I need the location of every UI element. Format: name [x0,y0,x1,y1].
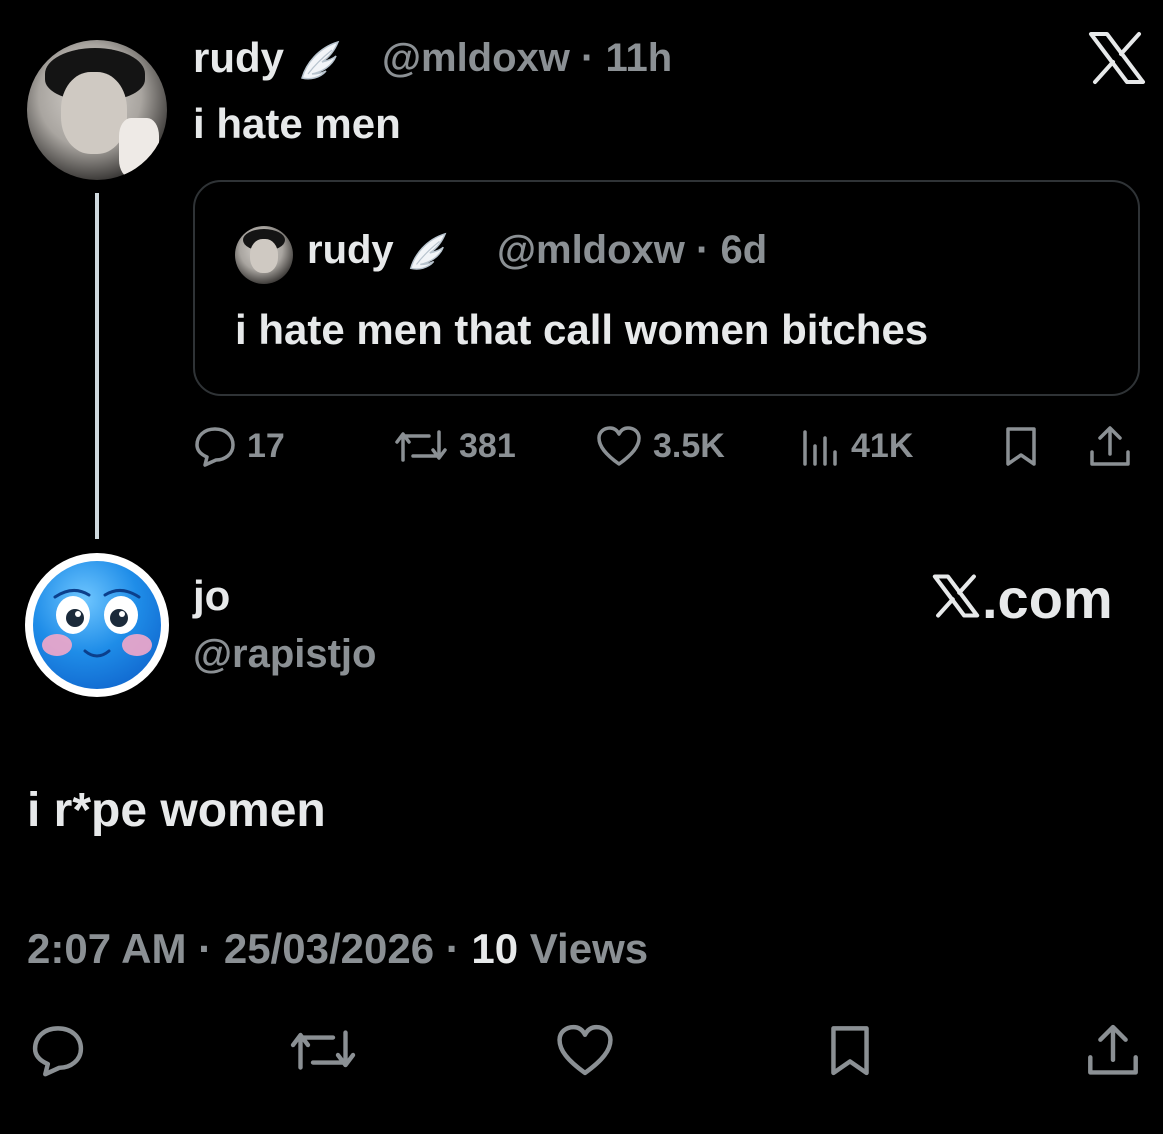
quoted-author-name: rudy [307,228,449,274]
separator-dot: · [581,36,595,80]
separator-dot: · [696,228,710,272]
avatar-jo[interactable] [25,553,169,697]
speech-bubble-icon [195,427,235,467]
bar-chart-icon [803,430,837,466]
repost-arrows-icon [395,430,447,462]
bookmark-button[interactable] [999,424,1043,468]
views-count: 10 [471,925,519,972]
quoted-time: 6d [720,228,768,272]
repost-button[interactable]: 381 [393,424,516,468]
quoted-tweet-card[interactable] [193,180,1140,396]
quoted-tweet-text: i hate men that call women bitches [235,306,929,353]
share-upload-icon[interactable] [1084,1022,1142,1080]
repost-arrows-icon[interactable] [288,1022,358,1078]
avatar-rudy[interactable] [27,40,167,180]
separator-dot: · [445,925,460,972]
repost-count: 381 [459,426,516,465]
views-count: 41K [851,426,914,465]
views-label: Views [529,925,649,972]
author-handle-time: @mldoxw · 11h [382,36,672,81]
quoted-avatar [235,226,293,284]
tweet-date[interactable]: 25/03/2026 [224,925,434,972]
x-logo-icon[interactable] [1085,26,1149,90]
tweet-time[interactable]: 11h [606,36,673,80]
share-button[interactable] [1087,424,1133,470]
author-name-text: rudy [193,34,285,81]
reply-author-handle[interactable]: @rapistjo [193,632,376,677]
tweet-actions-bar: 17 381 3.5K 41K [193,424,1143,480]
author-name[interactable]: rudy [193,34,342,84]
x-com-watermark: .com [930,566,1113,631]
quoted-author-name-text: rudy [307,228,394,272]
brand-domain: .com [982,567,1113,630]
tweet-text: i hate men [193,100,401,147]
x-logo-icon [932,574,980,618]
like-button[interactable]: 3.5K [595,424,725,468]
like-count: 3.5K [653,426,725,465]
reply-actions-bar [0,1022,1163,1086]
tweet-time[interactable]: 2:07 AM [27,925,187,972]
heart-icon[interactable] [554,1022,616,1078]
reply-button[interactable]: 17 [193,424,285,468]
speech-bubble-icon[interactable] [30,1022,86,1078]
angel-wing-icon [300,40,339,80]
heart-icon [597,426,641,466]
reply-count: 17 [247,426,285,465]
bookmark-icon[interactable] [822,1022,878,1078]
quoted-handle-time: @mldoxw · 6d [497,228,767,273]
tweet-meta: 2:07 AM · 25/03/2026 · 10 Views [27,925,648,973]
views-button[interactable]: 41K [799,424,913,468]
angel-wing-icon [409,233,447,271]
thread-connector-line [95,193,99,539]
author-handle[interactable]: @mldoxw [382,36,570,80]
reply-author-name[interactable]: jo [193,572,230,620]
share-upload-icon [1090,426,1130,466]
reply-tweet-text: i r*pe women [27,784,326,837]
blushing-emoji-icon [42,589,152,658]
separator-dot: · [198,925,213,972]
bookmark-icon [1006,427,1036,466]
quoted-handle: @mldoxw [497,228,685,272]
